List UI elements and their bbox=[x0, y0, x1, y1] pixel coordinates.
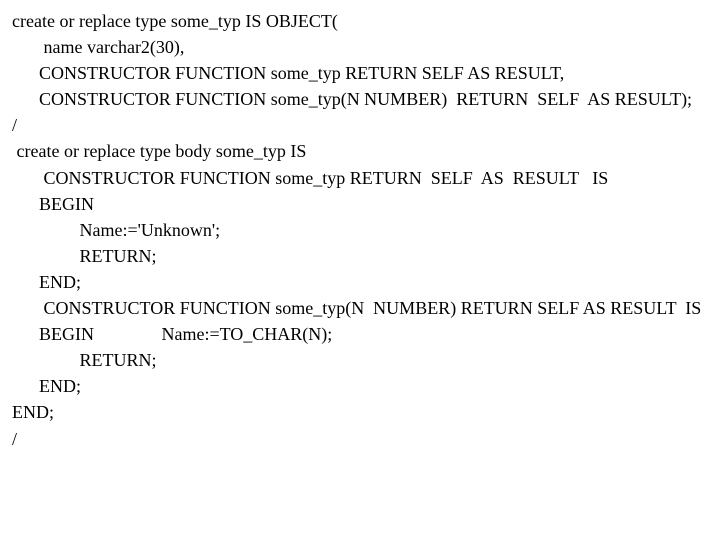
code-line: CONSTRUCTOR FUNCTION some_typ RETURN SEL… bbox=[12, 60, 708, 86]
code-line: END; bbox=[12, 269, 708, 295]
code-line: END; bbox=[12, 399, 708, 425]
code-line: BEGIN bbox=[12, 191, 708, 217]
code-line: name varchar2(30), bbox=[12, 34, 708, 60]
code-line: create or replace type some_typ IS OBJEC… bbox=[12, 8, 708, 34]
code-line: create or replace type body some_typ IS bbox=[12, 138, 708, 164]
code-line: CONSTRUCTOR FUNCTION some_typ(N NUMBER) … bbox=[12, 295, 708, 321]
code-block: create or replace type some_typ IS OBJEC… bbox=[0, 0, 720, 464]
code-line: / bbox=[12, 112, 708, 138]
code-line: BEGIN Name:=TO_CHAR(N); bbox=[12, 321, 708, 347]
code-line: CONSTRUCTOR FUNCTION some_typ(N NUMBER) … bbox=[12, 86, 708, 112]
code-line: CONSTRUCTOR FUNCTION some_typ RETURN SEL… bbox=[12, 165, 708, 191]
code-line: / bbox=[12, 426, 708, 452]
code-line: END; bbox=[12, 373, 708, 399]
code-line: RETURN; bbox=[12, 347, 708, 373]
code-line: Name:='Unknown'; bbox=[12, 217, 708, 243]
code-line: RETURN; bbox=[12, 243, 708, 269]
